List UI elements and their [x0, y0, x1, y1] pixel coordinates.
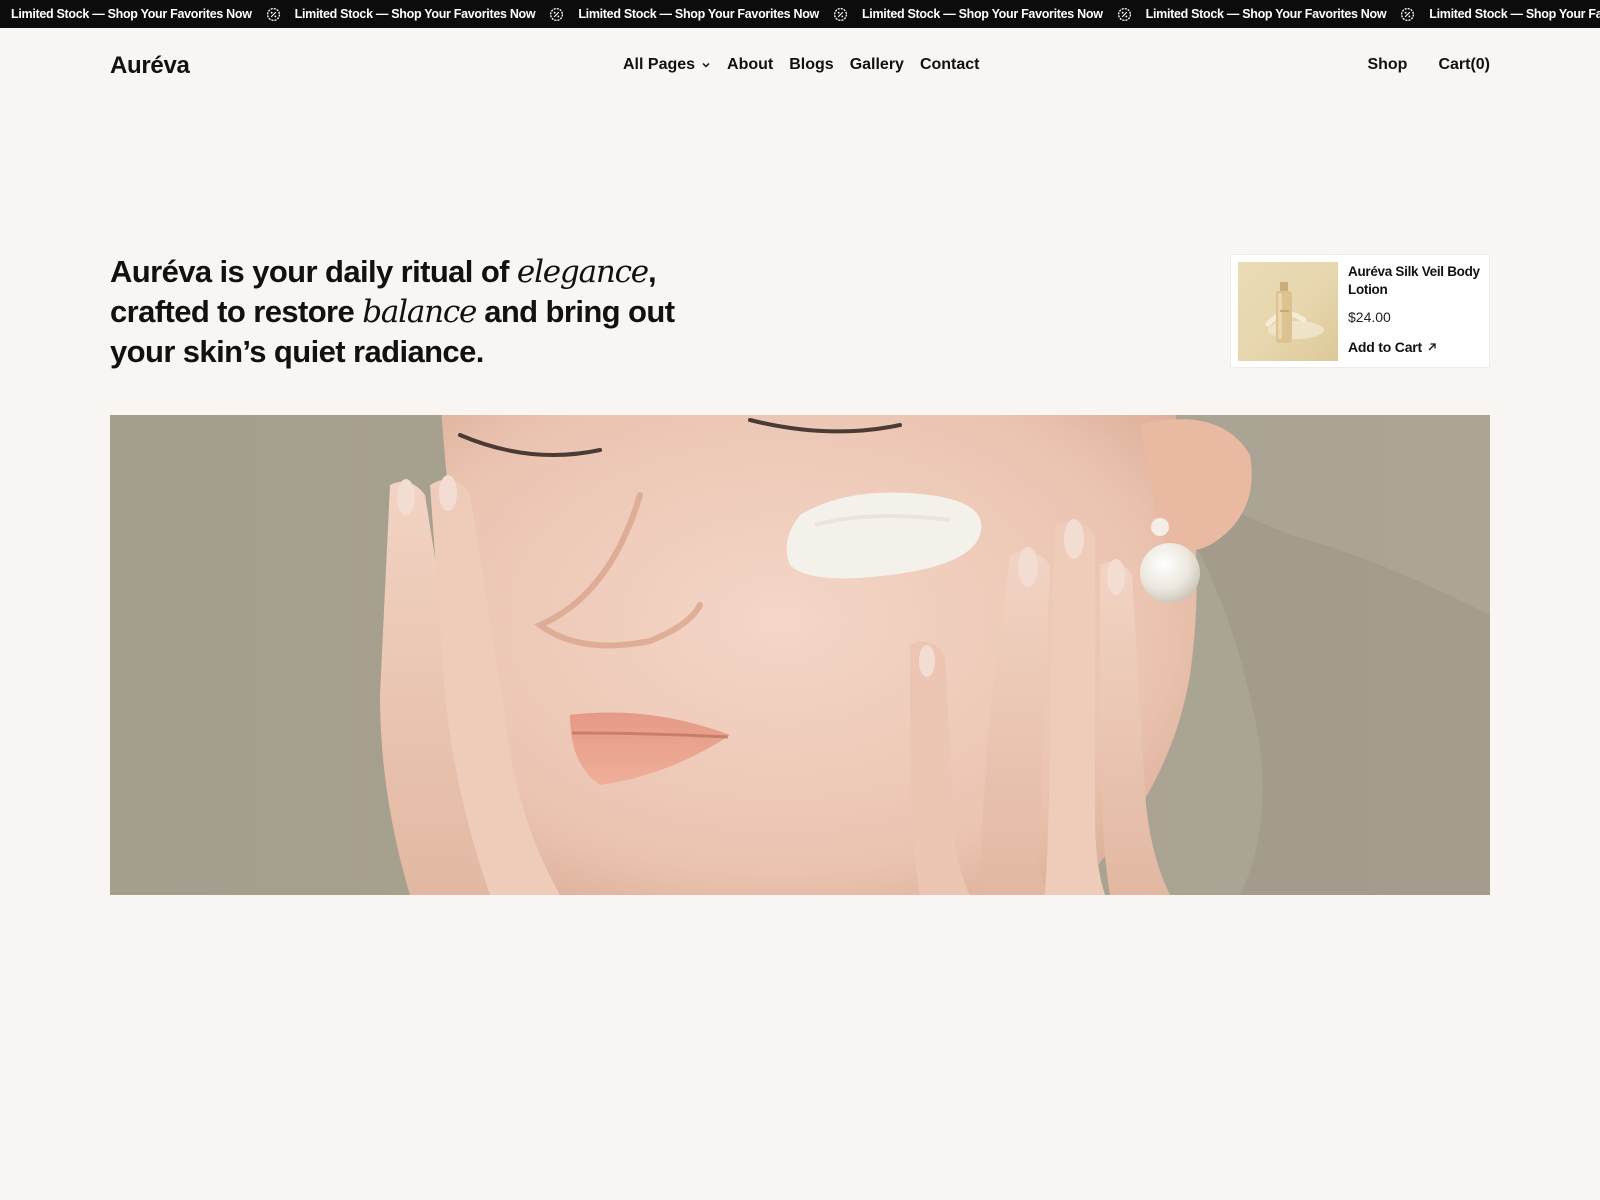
- chevron-down-icon: [702, 62, 710, 68]
- announcement-text: Limited Stock — Shop Your Favorites Now: [1145, 7, 1387, 21]
- add-to-cart-button[interactable]: Add to Cart: [1348, 339, 1437, 355]
- announcement-track: Limited Stock — Shop Your Favorites Now …: [0, 0, 1600, 28]
- headline-text: Auréva is your daily ritual of: [110, 254, 517, 289]
- discount-badge-icon: [1401, 7, 1415, 21]
- announcement-text: Limited Stock — Shop Your Favorites Now: [1429, 7, 1600, 21]
- product-card[interactable]: Auréva Silk Veil Body Lotion $24.00 Add …: [1230, 254, 1490, 368]
- nav-item-label: All Pages: [623, 56, 696, 73]
- announcement-unit: Limited Stock — Shop Your Favorites Now: [0, 0, 266, 28]
- discount-badge-icon: [266, 7, 280, 21]
- main-nav: All Pages About Blogs Gallery Contact: [623, 56, 980, 74]
- announcement-unit: Limited Stock — Shop Your Favorites Now: [266, 0, 550, 28]
- announcement-unit: Limited Stock — Shop Your Favorites Now: [833, 0, 1117, 28]
- announcement-text: Limited Stock — Shop Your Favorites Now: [578, 7, 819, 21]
- skincare-model-illustration: [110, 415, 1490, 895]
- header-actions: Shop Cart(0): [1367, 56, 1490, 74]
- nav-item-blogs[interactable]: Blogs: [789, 56, 833, 74]
- nav-item-gallery[interactable]: Gallery: [850, 56, 904, 74]
- nav-item-contact[interactable]: Contact: [920, 56, 980, 74]
- announcement-bar: Limited Stock — Shop Your Favorites Now …: [0, 0, 1600, 28]
- product-image[interactable]: [1238, 262, 1338, 361]
- product-name[interactable]: Auréva Silk Veil Body Lotion: [1348, 263, 1486, 299]
- arrow-up-right-icon: [1428, 343, 1436, 351]
- nav-item-about[interactable]: About: [727, 56, 773, 74]
- site-header: Auréva All Pages About Blogs Gallery Con…: [110, 28, 1490, 106]
- logo[interactable]: Auréva: [110, 52, 190, 80]
- discount-badge-icon: [1117, 7, 1131, 21]
- discount-badge-icon: [550, 7, 564, 21]
- lotion-bottle-illustration: [1265, 282, 1324, 343]
- hero-headline: Auréva is your daily ritual of elegance,…: [110, 252, 730, 372]
- nav-item-all-pages[interactable]: All Pages: [623, 56, 711, 74]
- shop-link[interactable]: Shop: [1367, 56, 1407, 74]
- announcement-text: Limited Stock — Shop Your Favorites Now: [861, 7, 1103, 21]
- announcement-unit: Limited Stock — Shop Your Favorites Now: [549, 0, 833, 28]
- announcement-unit: Limited Stock — Shop Your Favorites Now: [1400, 0, 1600, 28]
- announcement-unit: Limited Stock — Shop Your Favorites Now: [1117, 0, 1401, 28]
- headline-emphasis-elegance: elegance: [516, 254, 649, 290]
- announcement-text: Limited Stock — Shop Your Favorites Now: [11, 7, 252, 21]
- announcement-text: Limited Stock — Shop Your Favorites Now: [294, 7, 536, 21]
- headline-emphasis-balance: balance: [362, 294, 477, 330]
- cart-link[interactable]: Cart(0): [1438, 56, 1490, 74]
- add-to-cart-label: Add to Cart: [1348, 339, 1423, 355]
- discount-badge-icon: [833, 7, 848, 21]
- hero-image: [110, 415, 1490, 895]
- product-price: $24.00: [1348, 309, 1391, 325]
